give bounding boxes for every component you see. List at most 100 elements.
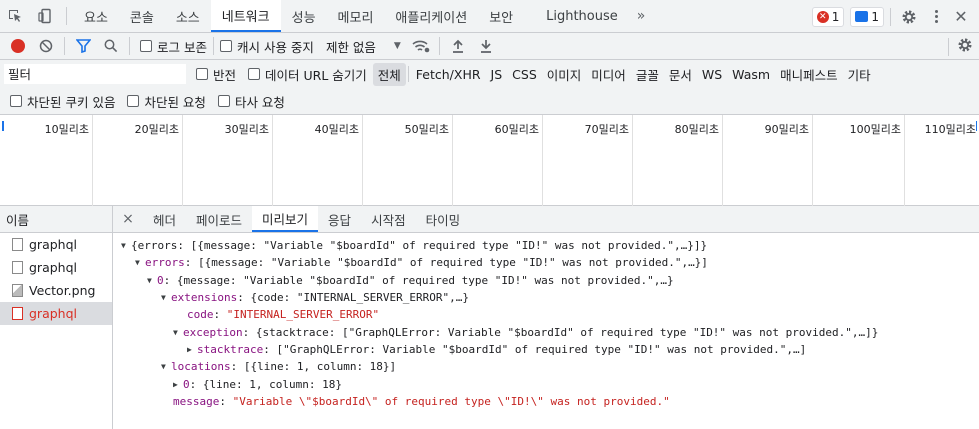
- type-filter-manifest[interactable]: 매니페스트: [775, 63, 843, 86]
- network-conditions-button[interactable]: [407, 33, 435, 60]
- blocked-cookies-checkbox[interactable]: 차단된 쿠키 있음: [0, 92, 121, 111]
- network-toolbar: 로그 보존 캐시 사용 중지 제한 없음 ▼: [0, 33, 979, 60]
- tab-performance[interactable]: 성능: [281, 0, 327, 32]
- tab-payload[interactable]: 페이로드: [186, 206, 252, 232]
- tree-node-stacktrace[interactable]: ▶ stacktrace : ["GraphQLError: Variable …: [113, 341, 979, 358]
- type-filter-css[interactable]: CSS: [507, 65, 542, 84]
- tree-node-message: message: "Variable \"$boardId\" of requi…: [173, 394, 670, 408]
- filter-toggle-button[interactable]: [69, 33, 97, 60]
- tree-node-key: stacktrace: [197, 342, 264, 356]
- type-filter-ws[interactable]: WS: [697, 65, 727, 84]
- type-filter-all[interactable]: 전체: [372, 62, 406, 86]
- tab-timing[interactable]: 타이밍: [416, 206, 471, 232]
- request-row[interactable]: Vector.png: [0, 279, 112, 302]
- more-tabs-icon[interactable]: »: [629, 0, 654, 32]
- tab-network[interactable]: 네트워크: [210, 0, 281, 32]
- filter-bar-secondary: 차단된 쿠키 있음 차단된 요청 타사 요청: [0, 88, 979, 115]
- inspect-element-icon[interactable]: [0, 0, 30, 32]
- third-party-label: 타사 요청: [234, 94, 285, 110]
- type-filter-doc[interactable]: 문서: [664, 63, 697, 86]
- tree-node-root[interactable]: ▼ {errors: [{message: "Variable "$boardI…: [113, 237, 979, 254]
- request-name: graphql: [29, 306, 77, 321]
- type-filter-wasm[interactable]: Wasm: [727, 65, 775, 84]
- invert-checkbox[interactable]: 반전: [190, 65, 242, 84]
- close-detail-icon[interactable]: ×: [113, 206, 143, 232]
- export-har-button[interactable]: [472, 33, 500, 60]
- hide-data-urls-checkbox[interactable]: 데이터 URL 숨기기: [242, 65, 373, 84]
- tree-node-key: message: [173, 394, 220, 408]
- tab-console[interactable]: 콘솔: [119, 0, 165, 32]
- checkbox-box: [196, 68, 208, 80]
- tree-node-value: : {line: 1, column: 18}: [189, 377, 342, 391]
- type-filter-separator: [407, 66, 409, 82]
- expand-triangle-icon: ▼: [147, 275, 152, 285]
- name-column-header[interactable]: 이름: [0, 206, 112, 233]
- throttling-select[interactable]: 제한 없음 ▼: [320, 37, 407, 56]
- search-button[interactable]: [97, 33, 125, 60]
- tree-node-exception[interactable]: ▼ exception : {stacktrace: ["GraphQLErro…: [113, 323, 979, 340]
- tab-sources[interactable]: 소스: [165, 0, 211, 32]
- expand-triangle-icon: ▼: [135, 258, 140, 268]
- filter-bar: 반전 데이터 URL 숨기기 전체 Fetch/XHR JS CSS 이미지 미…: [0, 60, 979, 88]
- device-toolbar-icon[interactable]: [30, 0, 60, 32]
- tab-elements[interactable]: 요소: [73, 0, 119, 32]
- upload-icon: [452, 39, 463, 53]
- network-settings-gear-icon[interactable]: [957, 37, 973, 56]
- record-button[interactable]: [4, 33, 32, 60]
- tab-lighthouse[interactable]: Lighthouse: [524, 0, 629, 32]
- message-count-badge[interactable]: 1: [850, 6, 884, 27]
- request-row-selected[interactable]: graphql: [0, 302, 112, 325]
- tab-application[interactable]: 애플리케이션: [384, 0, 478, 32]
- document-icon: [12, 307, 23, 320]
- clear-button[interactable]: [32, 33, 60, 60]
- request-row[interactable]: graphql: [0, 256, 112, 279]
- timeline-tick-label: 70밀리초: [584, 123, 629, 136]
- third-party-checkbox[interactable]: 타사 요청: [212, 92, 291, 111]
- request-name: graphql: [29, 237, 77, 252]
- type-filter-img[interactable]: 이미지: [542, 63, 587, 86]
- tree-node-location-0[interactable]: ▶ 0 : {line: 1, column: 18}: [113, 375, 979, 392]
- checkbox-box: [248, 68, 261, 80]
- request-name: graphql: [29, 260, 77, 275]
- toolbar-separator: [438, 37, 440, 55]
- type-filter-other[interactable]: 기타: [843, 63, 876, 86]
- tab-response[interactable]: 응답: [318, 206, 361, 232]
- preserve-log-checkbox[interactable]: 로그 보존: [134, 37, 213, 56]
- tree-node-locations[interactable]: ▼ locations : [{line: 1, column: 18}]: [113, 358, 979, 375]
- blocked-requests-checkbox[interactable]: 차단된 요청: [121, 92, 211, 111]
- tab-security[interactable]: 보안: [478, 0, 524, 32]
- type-filter-font[interactable]: 글꼴: [631, 63, 664, 86]
- filter-input[interactable]: [4, 64, 186, 84]
- toolbar-separator: [129, 37, 130, 55]
- tab-memory[interactable]: 메모리: [327, 0, 385, 32]
- request-row[interactable]: graphql: [0, 233, 112, 256]
- network-overview-timeline[interactable]: 10밀리초 20밀리초 30밀리초 40밀리초 50밀리초 60밀리초 70밀리…: [0, 115, 979, 206]
- tree-node-extensions[interactable]: ▼ extensions : {code: "INTERNAL_SERVER_E…: [113, 289, 979, 306]
- timeline-tick-label: 40밀리초: [314, 123, 359, 136]
- tree-node-key: 0: [157, 273, 164, 287]
- type-filter-js[interactable]: JS: [486, 65, 508, 84]
- tree-node-errors[interactable]: ▼ errors : [{message: "Variable "$boardI…: [113, 254, 979, 271]
- image-icon: [12, 284, 23, 297]
- tree-node-error-0[interactable]: ▼ 0 : {message: "Variable "$boardId" of …: [113, 272, 979, 289]
- document-icon: [12, 261, 23, 274]
- tab-initiator[interactable]: 시작점: [361, 206, 416, 232]
- error-count: 1: [831, 9, 840, 24]
- checkbox-box: [219, 40, 232, 52]
- type-filter-fetch-xhr[interactable]: Fetch/XHR: [411, 65, 486, 84]
- download-icon: [480, 40, 491, 53]
- disable-cache-checkbox[interactable]: 캐시 사용 중지: [214, 37, 320, 56]
- tree-node-key: errors: [145, 256, 185, 270]
- more-options-icon[interactable]: [927, 5, 945, 29]
- close-devtools-icon[interactable]: ✕: [951, 5, 971, 29]
- tab-preview[interactable]: 미리보기: [252, 206, 319, 232]
- wifi-settings-icon: [412, 40, 430, 53]
- settings-gear-icon[interactable]: [897, 5, 921, 29]
- tab-headers[interactable]: 헤더: [143, 206, 186, 232]
- timeline-tick-label: 110밀리초: [924, 123, 976, 136]
- error-count-badge[interactable]: ✕ 1: [811, 6, 845, 27]
- timeline-gridline: [812, 115, 813, 206]
- toolbar-separator: [64, 37, 65, 55]
- import-har-button[interactable]: [444, 33, 472, 60]
- type-filter-media[interactable]: 미디어: [586, 63, 631, 86]
